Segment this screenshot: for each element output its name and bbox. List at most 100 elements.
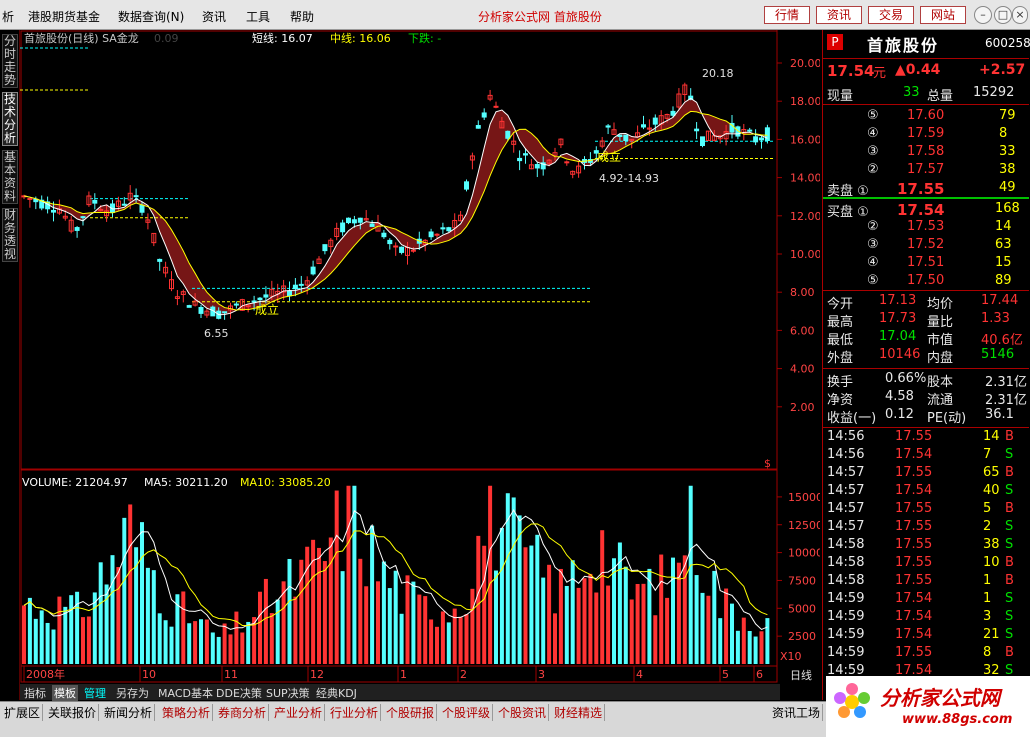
tick-volume: 21 bbox=[983, 627, 1000, 642]
minimize-icon[interactable]: – bbox=[974, 6, 992, 24]
bb-strategy[interactable]: 策略分析 bbox=[160, 704, 214, 721]
volume-bar bbox=[488, 485, 493, 664]
tick-price: 17.55 bbox=[895, 537, 933, 552]
sell-volume: 79 bbox=[999, 108, 1016, 123]
volume-bar bbox=[411, 581, 416, 664]
buy-level: ④ 17.51 15 bbox=[823, 255, 1029, 273]
tab-intraday[interactable]: 分时走势 bbox=[2, 34, 18, 88]
stock-code: 600258 bbox=[985, 36, 1030, 50]
bb-info-workshop[interactable]: 资讯工场 bbox=[770, 704, 824, 721]
tick-time: 14:59 bbox=[827, 591, 865, 606]
kline-chart[interactable]: 20.0018.0016.0014.0012.0010.008.006.004.… bbox=[20, 30, 820, 700]
bb-related-quote[interactable]: 关联报价 bbox=[46, 704, 100, 721]
buy-level: ② 17.53 14 bbox=[823, 219, 1029, 237]
candle-body bbox=[753, 136, 759, 143]
tab-kdj[interactable]: 经典KDJ bbox=[316, 685, 357, 701]
tab-indicator[interactable]: 指标 bbox=[24, 685, 46, 701]
stat-value: 5146 bbox=[981, 347, 1015, 362]
date-tick-label: 2 bbox=[460, 668, 467, 681]
volume-bar bbox=[753, 636, 758, 664]
volume-bar bbox=[494, 570, 498, 664]
volume-bar bbox=[541, 577, 546, 664]
site-logo: 分析家公式网 www.88gs.com bbox=[826, 676, 1030, 737]
tick-row: 14:58 17.55 1 B bbox=[823, 573, 1029, 591]
candle-body bbox=[310, 266, 316, 275]
logo-text: 分析家公式网 bbox=[880, 686, 1000, 710]
info-button[interactable]: 资讯 bbox=[816, 6, 862, 24]
candle-body bbox=[251, 300, 257, 303]
tab-template[interactable]: 模板 bbox=[52, 685, 78, 701]
bb-sector[interactable]: 行业分析 bbox=[328, 704, 382, 721]
stat-label: 收益(一) bbox=[827, 411, 877, 426]
tab-financial[interactable]: 财务透视 bbox=[2, 208, 18, 262]
date-tick-label: 5 bbox=[722, 668, 729, 681]
volume-tick-label: 2500 bbox=[788, 630, 816, 643]
dollar-mark: $ bbox=[764, 457, 771, 470]
volume-bar bbox=[570, 560, 575, 664]
menu-item-analysis[interactable]: 析 bbox=[2, 8, 14, 25]
bb-extend[interactable]: 扩展区 bbox=[2, 704, 44, 721]
tab-save-as[interactable]: 另存为 bbox=[116, 685, 149, 701]
volume-bar bbox=[470, 588, 475, 664]
volume-bar bbox=[688, 485, 693, 664]
buy-level: ③ 17.52 63 bbox=[823, 237, 1029, 255]
menu-item-hk-futures[interactable]: 港股期货基金 bbox=[28, 8, 100, 25]
tab-technical[interactable]: 技术分析 bbox=[2, 92, 18, 146]
candle-body bbox=[92, 199, 98, 204]
volume-bar bbox=[535, 534, 540, 664]
tab-manage[interactable]: 管理 bbox=[84, 685, 106, 701]
menu-item-help[interactable]: 帮助 bbox=[290, 8, 314, 25]
sell-level: ④ 17.59 8 bbox=[823, 126, 1029, 144]
volume-bar bbox=[275, 599, 280, 664]
bb-stock-rating[interactable]: 个股评级 bbox=[440, 704, 494, 721]
menu-item-data-query[interactable]: 数据查询(N) bbox=[118, 8, 184, 25]
bb-stock-research[interactable]: 个股研报 bbox=[384, 704, 438, 721]
price-unit: 元 bbox=[873, 66, 887, 81]
stat-row: 收益(一) 0.12 PE(动) 36.1 bbox=[823, 407, 1029, 426]
bb-stock-news[interactable]: 个股资讯 bbox=[496, 704, 550, 721]
tick-row: 14:56 17.54 7 S bbox=[823, 447, 1029, 465]
tab-dde[interactable]: DDE决策 bbox=[216, 685, 262, 701]
volume-bar bbox=[417, 594, 422, 664]
tick-price: 17.55 bbox=[895, 519, 933, 534]
volume-bar bbox=[712, 570, 717, 664]
volume-bar bbox=[33, 618, 38, 664]
quote-panel: P 首旅股份 600258 17.54 元 ▲0.44 +2.57 现量 33 … bbox=[822, 30, 1030, 700]
price-tick-label: 18.00 bbox=[790, 95, 820, 108]
price-tick-label: 4.00 bbox=[790, 363, 815, 376]
tab-sup[interactable]: SUP决策 bbox=[266, 685, 310, 701]
volume-bar bbox=[228, 634, 233, 664]
volume-bar bbox=[269, 613, 274, 664]
close-icon[interactable]: × bbox=[1012, 6, 1028, 24]
menu-item-tools[interactable]: 工具 bbox=[246, 8, 270, 25]
date-tick-label: 2008年 bbox=[26, 667, 65, 681]
volume-bar bbox=[340, 571, 345, 664]
menu-item-news[interactable]: 资讯 bbox=[202, 8, 226, 25]
tick-price: 17.54 bbox=[895, 591, 933, 606]
ma10-value: MA10: 33085.20 bbox=[240, 476, 331, 489]
bb-news-analysis[interactable]: 新闻分析 bbox=[102, 704, 156, 721]
volume-bar bbox=[299, 559, 304, 664]
candle-body bbox=[74, 227, 80, 231]
candle-body bbox=[357, 217, 363, 223]
tab-basic-info[interactable]: 基本资料 bbox=[2, 150, 18, 204]
volume-bar bbox=[258, 591, 262, 664]
volume-bar bbox=[63, 606, 68, 664]
tick-side: B bbox=[1005, 645, 1014, 660]
website-button[interactable]: 网站 bbox=[920, 6, 966, 24]
date-tick-label: 3 bbox=[538, 668, 545, 681]
bb-broker[interactable]: 券商分析 bbox=[216, 704, 270, 721]
volume-bar bbox=[623, 566, 628, 664]
stat-label: 今开 bbox=[827, 297, 854, 312]
maximize-icon[interactable]: □ bbox=[994, 6, 1012, 24]
bb-finance-pick[interactable]: 财经精选 bbox=[552, 704, 606, 721]
candle-body bbox=[287, 290, 292, 297]
tick-time: 14:59 bbox=[827, 627, 865, 642]
quote-button[interactable]: 行情 bbox=[764, 6, 810, 24]
bb-industry-chain[interactable]: 产业分析 bbox=[272, 704, 326, 721]
trade-button[interactable]: 交易 bbox=[868, 6, 914, 24]
sell-level-label: ③ bbox=[867, 144, 879, 159]
candle-body bbox=[493, 105, 499, 108]
tab-macd[interactable]: MACD基本 bbox=[158, 685, 213, 701]
stat-value: 36.1 bbox=[985, 407, 1014, 422]
